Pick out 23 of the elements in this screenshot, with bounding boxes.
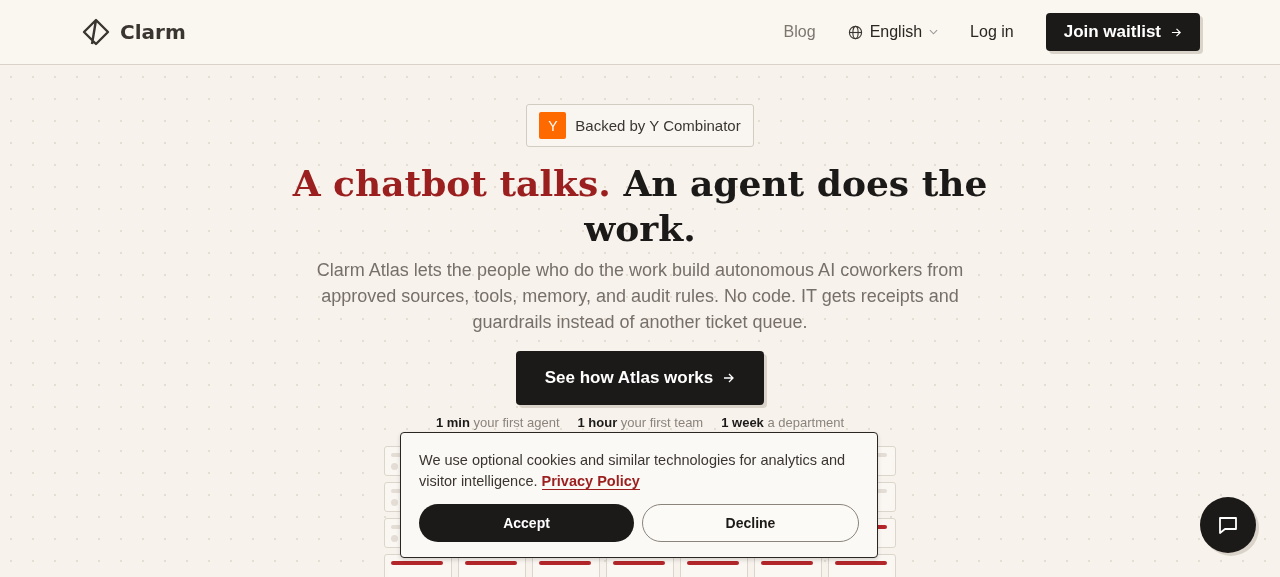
join-waitlist-button[interactable]: Join waitlist [1045,13,1200,51]
chat-button[interactable] [1200,497,1256,553]
logo-icon [82,18,110,46]
blog-link[interactable]: Blog [783,23,816,41]
language-selector[interactable]: English [847,23,939,41]
chevron-down-icon [929,29,939,35]
arrow-right-icon [1171,26,1182,38]
cookie-text: We use optional cookies and similar technologies for analytics and visitor intelligence. Privacy Policy [419,451,847,492]
brand-name: Clarm [120,20,186,44]
badge-text: Backed by Y Combinator [575,117,741,134]
hero-title: A chatbot talks. An agent does the work. [291,161,989,251]
decline-button[interactable]: Decline [642,504,859,542]
hero-subtitle: Clarm Atlas lets the people who do the work build autonomous AI coworkers from approved sources, tools, memory, and audit rules. No code. IT gets receipts and guardrails instead of another ticket queue. [315,259,965,334]
globe-icon [847,24,863,40]
privacy-policy-link[interactable]: Privacy Policy [541,473,640,490]
accept-button[interactable]: Accept [419,504,634,542]
see-how-button[interactable]: See how Atlas works [515,351,765,405]
stat-text: 1 min your first agent [435,415,560,430]
stat-text: 1 week a department [721,415,845,430]
login-link[interactable]: Log in [970,23,1014,41]
stat-text: 1 hour your first team [577,415,704,430]
arrow-right-icon [723,372,736,384]
y-mark-icon: Y [539,112,567,139]
